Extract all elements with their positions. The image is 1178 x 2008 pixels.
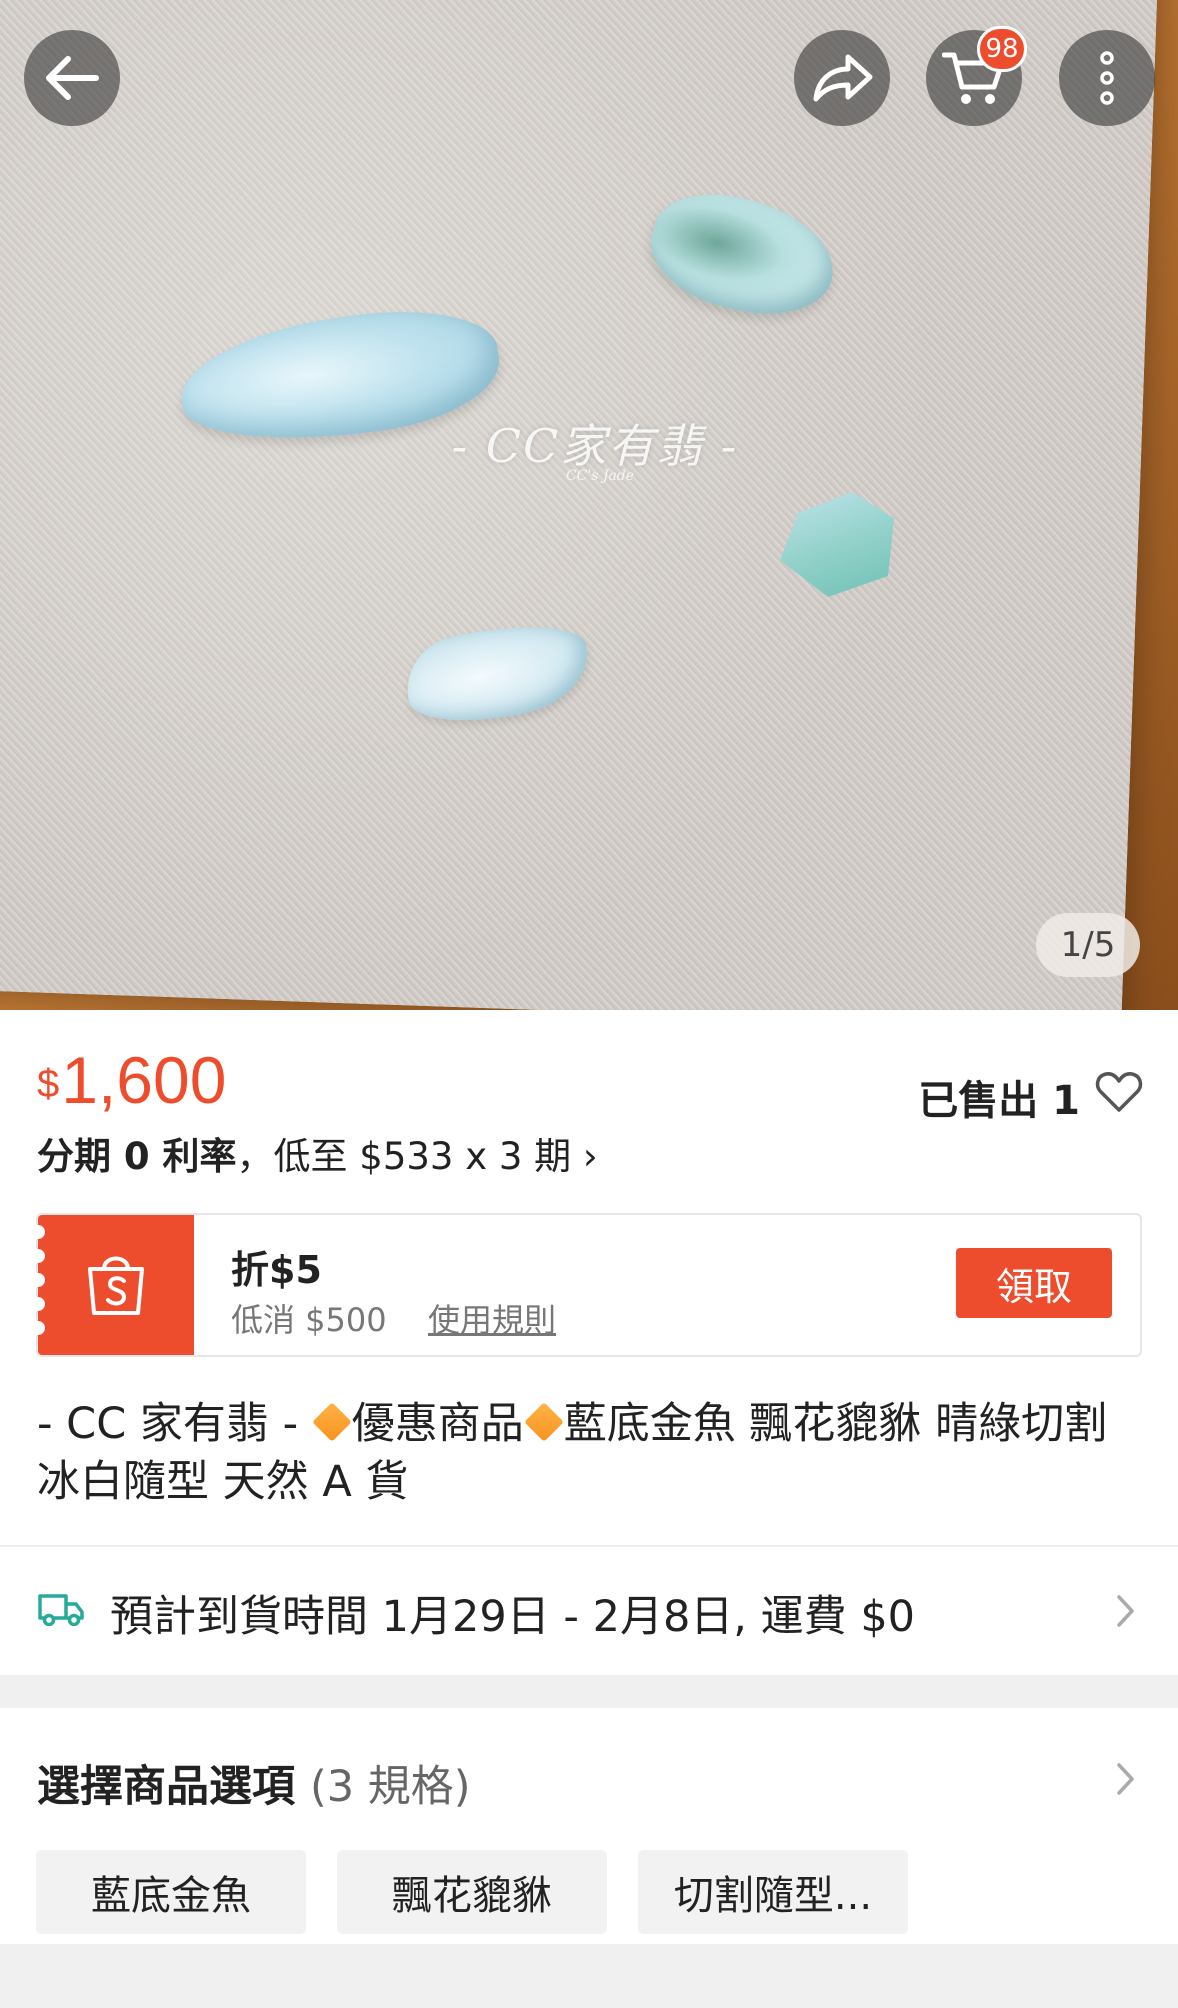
options-row[interactable]: 選擇商品選項 (3 規格): [37, 1752, 471, 1814]
share-icon: [813, 54, 873, 102]
installment-highlight: 分期 0 利率: [37, 1135, 237, 1178]
chevron-right-icon: [1117, 1595, 1134, 1627]
voucher-shop-badge: [31, 1215, 194, 1355]
title-promo: 優惠商品: [351, 1399, 524, 1449]
title-shop-name: - CC 家有翡 -: [37, 1399, 299, 1449]
price-currency: $: [37, 1062, 60, 1106]
voucher-discount: 折$5: [231, 1248, 322, 1292]
product-title: - CC 家有翡 - 優惠商品 藍底金魚 飄花貔貅 晴綠切割 冰白隨型 天然 A …: [37, 1395, 1147, 1511]
product-page: - CC家有翡 - CC's Jade 98 1/5 $1,600 已售出 1 …: [0, 0, 1178, 2008]
options-count: (3 規格): [309, 1762, 471, 1812]
installment-detail: ，低至 $533 x 3 期 ›: [236, 1135, 598, 1178]
shopee-bag-icon: [88, 1256, 144, 1315]
sold-count: 已售出 1: [918, 1078, 1080, 1124]
product-image-carousel[interactable]: - CC家有翡 - CC's Jade 98 1/5: [0, 0, 1178, 1010]
claim-voucher-button[interactable]: 領取: [956, 1248, 1112, 1318]
installment-link[interactable]: 分期 0 利率，低至 $533 x 3 期 ›: [37, 1126, 598, 1180]
price-amount: 1,600: [61, 1043, 227, 1117]
orange-diamond-icon: [523, 1402, 564, 1442]
option-chip[interactable]: 藍底金魚: [36, 1850, 306, 1934]
image-page-indicator: 1/5: [1036, 913, 1140, 977]
cart-count-badge: 98: [977, 26, 1027, 72]
more-options-button[interactable]: [1059, 30, 1155, 126]
voucher-min-spend: 低消 $500: [231, 1301, 387, 1339]
image-watermark-sub: CC's Jade: [565, 468, 635, 484]
orange-diamond-icon: [311, 1402, 352, 1442]
more-vertical-icon: [1100, 51, 1114, 105]
chevron-right-icon: [1117, 1763, 1134, 1795]
option-chip[interactable]: 切割隨型...: [638, 1850, 908, 1934]
product-price: $1,600: [37, 1042, 226, 1118]
options-title: 選擇商品選項: [37, 1762, 295, 1812]
back-button[interactable]: [24, 30, 120, 126]
product-photo-background: [0, 0, 1159, 1010]
heart-icon: [1095, 1072, 1143, 1112]
option-chip[interactable]: 飄花貔貅: [337, 1850, 607, 1934]
shipping-estimate: 預計到貨時間 1月29日 - 2月8日, 運費 $0: [110, 1592, 916, 1642]
back-arrow-icon: [46, 56, 99, 100]
truck-icon: [38, 1594, 84, 1626]
shop-voucher: 折$5 低消 $500 使用規則 領取: [31, 1213, 1142, 1357]
voucher-rules-link[interactable]: 使用規則: [428, 1295, 556, 1341]
like-button[interactable]: [1095, 1070, 1143, 1118]
image-watermark: - CC家有翡 -: [451, 419, 739, 473]
share-button[interactable]: [794, 30, 890, 126]
